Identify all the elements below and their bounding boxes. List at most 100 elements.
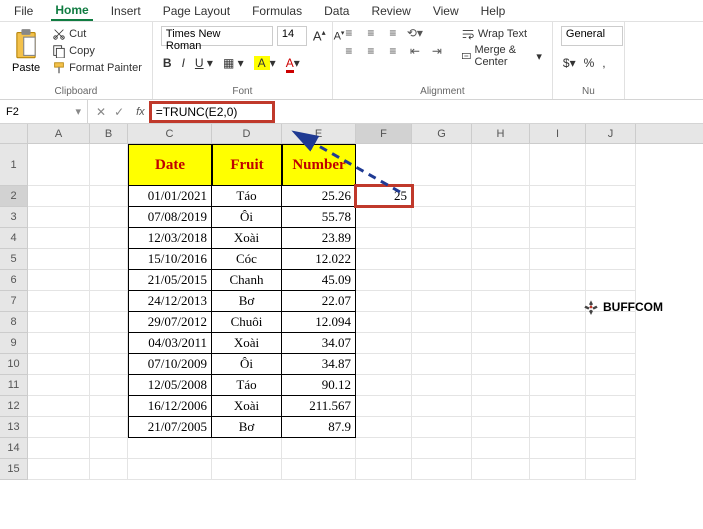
- enter-formula-button[interactable]: ✓: [114, 105, 124, 119]
- cell-G1[interactable]: [412, 144, 472, 186]
- align-bottom-button[interactable]: ≡: [385, 26, 401, 40]
- col-header-j[interactable]: J: [586, 124, 636, 143]
- cell-D15[interactable]: [212, 459, 282, 480]
- format-painter-button[interactable]: Format Painter: [50, 60, 144, 76]
- row-header[interactable]: 9: [0, 333, 28, 354]
- cell-C14[interactable]: [128, 438, 212, 459]
- cell-G6[interactable]: [412, 270, 472, 291]
- col-header-b[interactable]: B: [90, 124, 128, 143]
- cell-A9[interactable]: [28, 333, 90, 354]
- align-center-button[interactable]: ≡: [363, 44, 379, 58]
- cell-F7[interactable]: [356, 291, 412, 312]
- cell-E11[interactable]: 90.12: [282, 375, 356, 396]
- paste-button[interactable]: Paste: [8, 26, 44, 76]
- tab-data[interactable]: Data: [320, 2, 353, 20]
- cell-G4[interactable]: [412, 228, 472, 249]
- spreadsheet-grid[interactable]: A B C D E F G H I J 1DateFruitNumber201/…: [0, 124, 703, 529]
- cell-J15[interactable]: [586, 459, 636, 480]
- cell-E7[interactable]: 22.07: [282, 291, 356, 312]
- cell-D2[interactable]: Táo: [212, 186, 282, 207]
- tab-insert[interactable]: Insert: [107, 2, 145, 20]
- cell-B11[interactable]: [90, 375, 128, 396]
- font-size-select[interactable]: 14: [277, 26, 307, 46]
- cell-B4[interactable]: [90, 228, 128, 249]
- cell-C6[interactable]: 21/05/2015: [128, 270, 212, 291]
- cell-D7[interactable]: Bơ: [212, 291, 282, 312]
- tab-formulas[interactable]: Formulas: [248, 2, 306, 20]
- cell-E5[interactable]: 12.022: [282, 249, 356, 270]
- col-header-i[interactable]: I: [530, 124, 586, 143]
- cell-G7[interactable]: [412, 291, 472, 312]
- cell-D3[interactable]: Ôi: [212, 207, 282, 228]
- cell-H3[interactable]: [472, 207, 530, 228]
- cell-F14[interactable]: [356, 438, 412, 459]
- cell-E8[interactable]: 12.094: [282, 312, 356, 333]
- cell-H9[interactable]: [472, 333, 530, 354]
- cell-E12[interactable]: 211.567: [282, 396, 356, 417]
- cell-I3[interactable]: [530, 207, 586, 228]
- row-header[interactable]: 2: [0, 186, 28, 207]
- cell-D8[interactable]: Chuôi: [212, 312, 282, 333]
- cell-F1[interactable]: [356, 144, 412, 186]
- align-left-button[interactable]: ≡: [341, 44, 357, 58]
- cell-C4[interactable]: 12/03/2018: [128, 228, 212, 249]
- cell-A4[interactable]: [28, 228, 90, 249]
- cell-G8[interactable]: [412, 312, 472, 333]
- cell-C13[interactable]: 21/07/2005: [128, 417, 212, 438]
- tab-pagelayout[interactable]: Page Layout: [159, 2, 234, 20]
- cell-I9[interactable]: [530, 333, 586, 354]
- cell-G9[interactable]: [412, 333, 472, 354]
- cell-J12[interactable]: [586, 396, 636, 417]
- cell-D4[interactable]: Xoài: [212, 228, 282, 249]
- cell-D10[interactable]: Ôi: [212, 354, 282, 375]
- cell-I12[interactable]: [530, 396, 586, 417]
- cell-A15[interactable]: [28, 459, 90, 480]
- cell-H14[interactable]: [472, 438, 530, 459]
- cell-D11[interactable]: Táo: [212, 375, 282, 396]
- cell-G14[interactable]: [412, 438, 472, 459]
- cell-F9[interactable]: [356, 333, 412, 354]
- italic-button[interactable]: I: [180, 56, 187, 70]
- cell-F3[interactable]: [356, 207, 412, 228]
- cell-E3[interactable]: 55.78: [282, 207, 356, 228]
- cell-A12[interactable]: [28, 396, 90, 417]
- cell-A1[interactable]: [28, 144, 90, 186]
- cell-F13[interactable]: [356, 417, 412, 438]
- cell-A10[interactable]: [28, 354, 90, 375]
- fill-color-button[interactable]: A▾: [252, 56, 278, 70]
- wrap-text-button[interactable]: Wrap Text: [459, 26, 544, 42]
- cell-J10[interactable]: [586, 354, 636, 375]
- cell-G15[interactable]: [412, 459, 472, 480]
- align-middle-button[interactable]: ≡: [363, 26, 379, 40]
- cell-F2[interactable]: 25: [356, 186, 412, 207]
- row-header[interactable]: 11: [0, 375, 28, 396]
- cell-B13[interactable]: [90, 417, 128, 438]
- cell-D6[interactable]: Chanh: [212, 270, 282, 291]
- cell-G11[interactable]: [412, 375, 472, 396]
- tab-review[interactable]: Review: [367, 2, 414, 20]
- cell-H15[interactable]: [472, 459, 530, 480]
- orientation-button[interactable]: ⟲▾: [407, 26, 423, 40]
- cell-F12[interactable]: [356, 396, 412, 417]
- cell-J13[interactable]: [586, 417, 636, 438]
- cell-J1[interactable]: [586, 144, 636, 186]
- row-header[interactable]: 4: [0, 228, 28, 249]
- cell-I6[interactable]: [530, 270, 586, 291]
- cell-E14[interactable]: [282, 438, 356, 459]
- cell-F4[interactable]: [356, 228, 412, 249]
- cell-J6[interactable]: [586, 270, 636, 291]
- row-header[interactable]: 8: [0, 312, 28, 333]
- cell-D14[interactable]: [212, 438, 282, 459]
- cell-F10[interactable]: [356, 354, 412, 375]
- cell-C5[interactable]: 15/10/2016: [128, 249, 212, 270]
- tab-help[interactable]: Help: [477, 2, 510, 20]
- cell-C8[interactable]: 29/07/2012: [128, 312, 212, 333]
- cell-I5[interactable]: [530, 249, 586, 270]
- cell-J3[interactable]: [586, 207, 636, 228]
- cell-E9[interactable]: 34.07: [282, 333, 356, 354]
- cell-E10[interactable]: 34.87: [282, 354, 356, 375]
- row-header[interactable]: 13: [0, 417, 28, 438]
- cell-F5[interactable]: [356, 249, 412, 270]
- cell-F6[interactable]: [356, 270, 412, 291]
- cell-G5[interactable]: [412, 249, 472, 270]
